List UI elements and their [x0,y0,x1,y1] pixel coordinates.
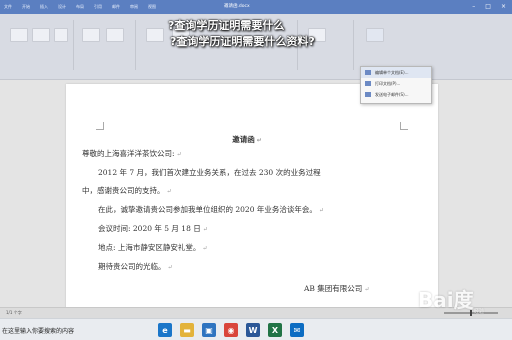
tab-references[interactable]: 引用 [94,2,102,12]
ribbon-button[interactable] [54,28,68,42]
tab-review[interactable]: 审阅 [130,2,138,12]
document-line: 中，感谢贵公司的支持。 ↵ [82,186,172,195]
tab-mailings[interactable]: 邮件 [112,2,120,12]
menu-item-send-email[interactable]: 发送电子邮件(S)... [361,89,431,100]
document-page[interactable]: 邀请函 ↵ 尊敬的上海喜洋洋茶饮公司: ↵ 2012 年 7 月，我们首次建立业务关… [66,84,438,310]
ribbon-button[interactable] [10,28,28,42]
tab-home[interactable]: 开始 [22,2,30,12]
minimize-icon[interactable]: – [472,2,475,12]
ribbon-group-1 [4,20,74,70]
document-line: 会议时间: 2020 年 5 月 18 日 ↵ [98,224,208,233]
print-icon [365,81,371,86]
title-bar: 文件 开始 插入 设计 布局 引用 邮件 审阅 视图 邀请函.docx – □ … [0,0,512,14]
taskbar-search-text: 在这里输入你要搜索的内容 [2,327,75,335]
ribbon-button[interactable] [106,28,124,42]
tab-insert[interactable]: 插入 [40,2,48,12]
document-line: 2012 年 7 月，我们首次建立业务关系，在过去 230 次的业务过程 [98,168,321,177]
margin-corner-mark [400,122,408,130]
store-icon[interactable]: ▣ [202,323,216,337]
document-line: 期待贵公司的光临。 ↵ [98,262,173,271]
mail-icon[interactable]: ✉ [290,323,304,337]
word-icon[interactable]: W [246,323,260,337]
document-line: 地点: 上海市静安区静安礼堂。 ↵ [98,243,208,252]
taskbar-apps: e ▬ ▣ ◉ W X ✉ [158,323,304,337]
finish-merge-menu: 编辑单个文档(E)... 打印文档(P)... 发送电子邮件(S)... [360,66,432,104]
taskbar-search[interactable]: 在这里输入你要搜索的内容 [2,324,106,336]
file-explorer-icon[interactable]: ▬ [180,323,194,337]
document-line: 尊敬的上海喜洋洋茶饮公司: ↵ [82,149,182,158]
window-title: 邀请函.docx [224,4,250,9]
page-word-count: 1/1 个字 [6,310,22,315]
document-icon [365,70,371,75]
document-heading: 邀请函 ↵ [232,135,262,144]
ribbon-tabs: 文件 开始 插入 设计 布局 引用 邮件 审阅 视图 [4,2,156,12]
tab-view[interactable]: 视图 [148,2,156,12]
menu-item-edit-documents[interactable]: 编辑单个文档(E)... [361,67,431,78]
overlay-headings: ?查询学历证明需要什么 ?查询学历证明需要什么资料? [168,18,418,50]
overlay-heading-2: ?查询学历证明需要什么资料? [170,35,315,48]
excel-icon[interactable]: X [268,323,282,337]
maximize-icon[interactable]: □ [485,2,491,12]
overlay-heading-1: ?查询学历证明需要什么 [168,19,285,32]
tab-design[interactable]: 设计 [58,2,66,12]
close-icon[interactable]: × [501,2,506,12]
window-controls: – □ × [472,2,506,12]
chrome-icon[interactable]: ◉ [224,323,238,337]
edge-icon[interactable]: e [158,323,172,337]
taskbar: 在这里输入你要搜索的内容 e ▬ ▣ ◉ W X ✉ [0,318,512,340]
document-line: 在此，诚挚邀请贵公司参加我单位组织的 2020 年业务洽谈年会。 ↵ [98,205,324,214]
mail-icon [365,92,371,97]
ribbon-group-2 [76,20,136,70]
ribbon-button[interactable] [146,28,164,42]
baidu-watermark: Bai度 经验 [418,288,485,315]
margin-corner-mark [96,122,104,130]
tab-file[interactable]: 文件 [4,2,12,12]
document-line-signature: AB 集团有限公司 ↵ [304,284,370,293]
menu-item-print-documents[interactable]: 打印文档(P)... [361,78,431,89]
ribbon-button[interactable] [82,28,100,42]
tab-layout[interactable]: 布局 [76,2,84,12]
ribbon-button[interactable] [32,28,50,42]
